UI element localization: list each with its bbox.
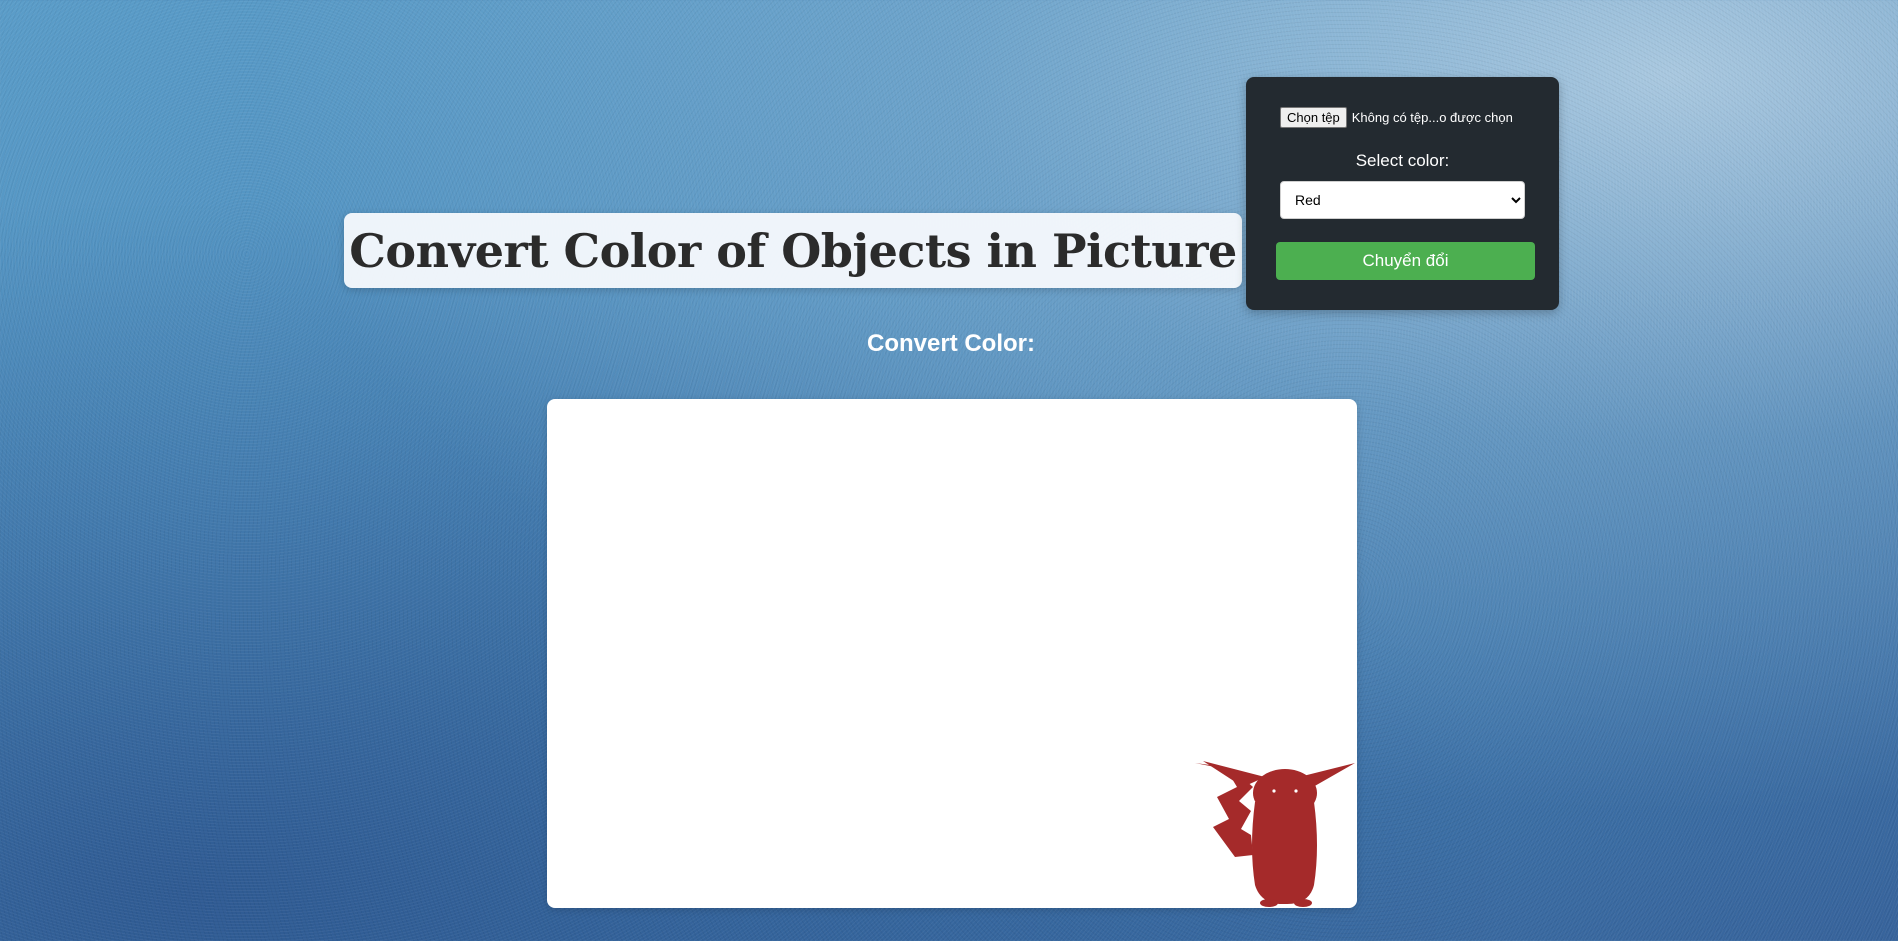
select-color-label: Select color:	[1355, 151, 1450, 170]
choose-file-button[interactable]: Chọn tệp	[1280, 107, 1347, 128]
control-panel: Chọn tệp Không có tệp...o được chọn Sele…	[1246, 77, 1559, 310]
file-status-text: Không có tệp...o được chọn	[1351, 110, 1513, 125]
color-select[interactable]: Red	[1280, 181, 1525, 219]
title-banner: Convert Color of Objects in Picture	[344, 213, 1242, 288]
result-image-frame	[547, 399, 1357, 908]
result-heading: Convert Color:	[867, 330, 1035, 357]
convert-button[interactable]: Chuyển đổi	[1276, 242, 1535, 280]
file-input-row: Chọn tệp Không có tệp...o được chọn	[1280, 107, 1513, 128]
page-title: Convert Color of Objects in Picture	[349, 223, 1237, 278]
pikachu-silhouette-icon	[1195, 761, 1355, 907]
